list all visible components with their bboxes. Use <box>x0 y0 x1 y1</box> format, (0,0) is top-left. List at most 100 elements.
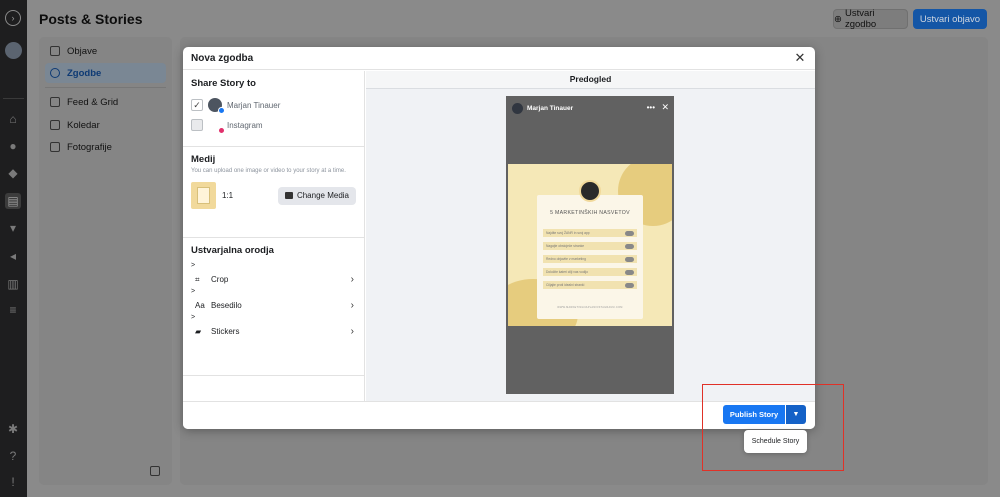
story-tip: Najdite svoj ŽANR in svoj app <box>543 229 637 237</box>
tool-prefix: > <box>191 262 196 269</box>
facebook-badge-icon <box>218 107 225 114</box>
avatar <box>579 180 601 202</box>
create-post-button[interactable]: Ustvari objavo <box>913 9 987 29</box>
collapse-sidebar-icon[interactable] <box>150 466 160 476</box>
sticker-icon: ▰ <box>195 327 202 336</box>
tool-crop[interactable]: ⌗ Crop › <box>191 271 356 288</box>
story-image: 5 MARKETINŠKIH NASVETOV Najdite svoj ŽAN… <box>508 164 672 326</box>
tool-prefix: > <box>191 314 196 321</box>
story-url: WWW.MARKETINGNAPLANINSTAGRAMU.COM <box>557 306 623 309</box>
notifications-icon[interactable]: ● <box>5 138 21 154</box>
commerce-icon[interactable]: ▾ <box>5 220 21 236</box>
stories-icon <box>50 68 60 78</box>
calendar-icon <box>50 120 60 130</box>
close-icon[interactable]: ✕ <box>793 50 807 66</box>
menu-icon[interactable]: ≡ <box>5 302 21 318</box>
sidebar-item-fotografije[interactable]: Fotografije <box>45 137 166 157</box>
sidebar-item-koledar[interactable]: Koledar <box>45 115 166 135</box>
change-media-button[interactable]: Change Media <box>277 186 356 205</box>
instagram-badge-icon <box>218 127 225 134</box>
messages-icon[interactable]: ◆ <box>5 165 21 181</box>
text-icon: Aa <box>195 301 205 310</box>
grid-icon <box>50 97 60 107</box>
tool-text[interactable]: Aa Besedilo › <box>191 297 356 314</box>
story-tip: Nagajte obstoječe stranke <box>543 242 637 250</box>
dialog-title: Nova zgodba <box>191 52 254 64</box>
posts-stories-icon[interactable]: ▤ <box>5 193 21 209</box>
chevron-right-icon: › <box>350 326 354 337</box>
story-card: 5 MARKETINŠKIH NASVETOV Najdite svoj ŽAN… <box>537 180 643 319</box>
help-icon[interactable]: ? <box>5 448 21 464</box>
ads-icon[interactable]: ◂ <box>5 248 21 264</box>
home-icon[interactable]: ⌂ <box>5 111 21 127</box>
media-row: 1:1 Change Media <box>191 182 356 209</box>
account-row-facebook[interactable]: ✓ Marjan Tinauer <box>191 95 356 115</box>
tool-label: Stickers <box>211 327 240 336</box>
avatar <box>208 98 225 114</box>
story-preview: Marjan Tinauer ••• ✕ 5 MARKETINŠKIH NASV… <box>506 96 674 394</box>
preview-account: Marjan Tinauer <box>512 103 573 114</box>
media-section-title: Medij <box>191 154 216 165</box>
left-rail: › ⌂ ● ◆ ▤ ▾ ◂ ▥ ≡ ✱ ? ! <box>0 0 27 497</box>
preview-panel: Predogled Marjan Tinauer ••• ✕ 5 MARKETI… <box>366 71 815 401</box>
preview-title: Predogled <box>366 71 815 89</box>
plus-circle-icon: ⊕ <box>834 13 842 25</box>
dialog-header: Nova zgodba ✕ <box>183 47 815 70</box>
create-story-label: Ustvari zgodbo <box>844 8 877 30</box>
feedback-icon[interactable]: ! <box>5 474 21 490</box>
aspect-ratio: 1:1 <box>222 191 234 200</box>
sidebar-item-label: Fotografije <box>67 141 112 153</box>
posts-icon <box>50 46 60 56</box>
sidebar-item-label: Objave <box>67 45 98 57</box>
new-story-dialog: Nova zgodba ✕ Share Story to ✓ Marjan Ti… <box>183 47 815 429</box>
sidebar-item-objave[interactable]: Objave <box>45 41 166 61</box>
sidebar-item-label: Koledar <box>67 119 100 131</box>
tool-label: Besedilo <box>211 301 242 310</box>
more-icon: ••• <box>646 103 655 112</box>
chevron-right-icon: › <box>350 300 354 311</box>
sidebar-item-label: Zgodbe <box>67 67 102 79</box>
media-icon <box>284 192 293 199</box>
settings-icon[interactable]: ✱ <box>5 421 21 437</box>
chevron-right-icon: › <box>350 274 354 285</box>
preview-account-name: Marjan Tinauer <box>527 105 574 112</box>
story-tip: Ciljajte proti idealni stranki <box>543 281 637 289</box>
checkbox-unchecked[interactable] <box>191 119 203 131</box>
change-media-label: Change Media <box>296 191 349 200</box>
tool-stickers[interactable]: ▰ Stickers › <box>191 323 356 340</box>
sidebar-item-zgodbe[interactable]: Zgodbe <box>45 63 166 83</box>
avatar <box>512 103 523 114</box>
app-logo-icon[interactable]: › <box>5 10 21 26</box>
create-story-button[interactable]: ⊕ Ustvari zgodbo <box>833 8 908 30</box>
story-title: 5 MARKETINŠKIH NASVETOV <box>550 210 630 216</box>
sidebar-item-label: Feed & Grid <box>67 96 119 108</box>
sidebar-item-feed-grid[interactable]: Feed & Grid <box>45 92 166 112</box>
sidebar-divider <box>45 87 166 88</box>
insights-icon[interactable]: ▥ <box>5 276 21 292</box>
account-row-instagram[interactable]: Instagram <box>191 115 356 135</box>
tool-prefix: > <box>191 288 196 295</box>
avatar <box>208 118 225 134</box>
story-tip: Redno objavite v marketing <box>543 255 637 263</box>
close-icon: ✕ <box>661 102 669 112</box>
photos-icon <box>50 142 60 152</box>
share-section: Share Story to ✓ Marjan Tinauer Instagra… <box>183 71 364 147</box>
page-title: Posts & Stories <box>39 11 143 27</box>
tool-label: Crop <box>211 275 229 284</box>
sidebar: Objave Zgodbe Feed & Grid Koledar Fotogr… <box>39 37 172 485</box>
share-section-title: Share Story to <box>191 78 256 89</box>
crop-icon: ⌗ <box>195 274 200 284</box>
avatar[interactable] <box>5 42 22 59</box>
story-tip: Določite kateri cilji vas vodijo <box>543 268 637 276</box>
media-hint: You can upload one image or video to you… <box>191 168 346 174</box>
rail-divider <box>3 98 24 99</box>
annotation-highlight-box <box>702 384 844 471</box>
media-section: Medij You can upload one image or video … <box>183 147 364 238</box>
account-name: Marjan Tinauer <box>227 100 281 110</box>
media-thumbnail <box>191 182 216 209</box>
story-settings-panel: Share Story to ✓ Marjan Tinauer Instagra… <box>183 71 365 401</box>
tools-section-title: Ustvarjalna orodja <box>191 245 274 256</box>
account-name: Instagram <box>227 120 263 130</box>
checkbox-checked[interactable]: ✓ <box>191 99 203 111</box>
creative-tools-section: Ustvarjalna orodja > ⌗ Crop › > Aa Besed… <box>183 238 364 376</box>
